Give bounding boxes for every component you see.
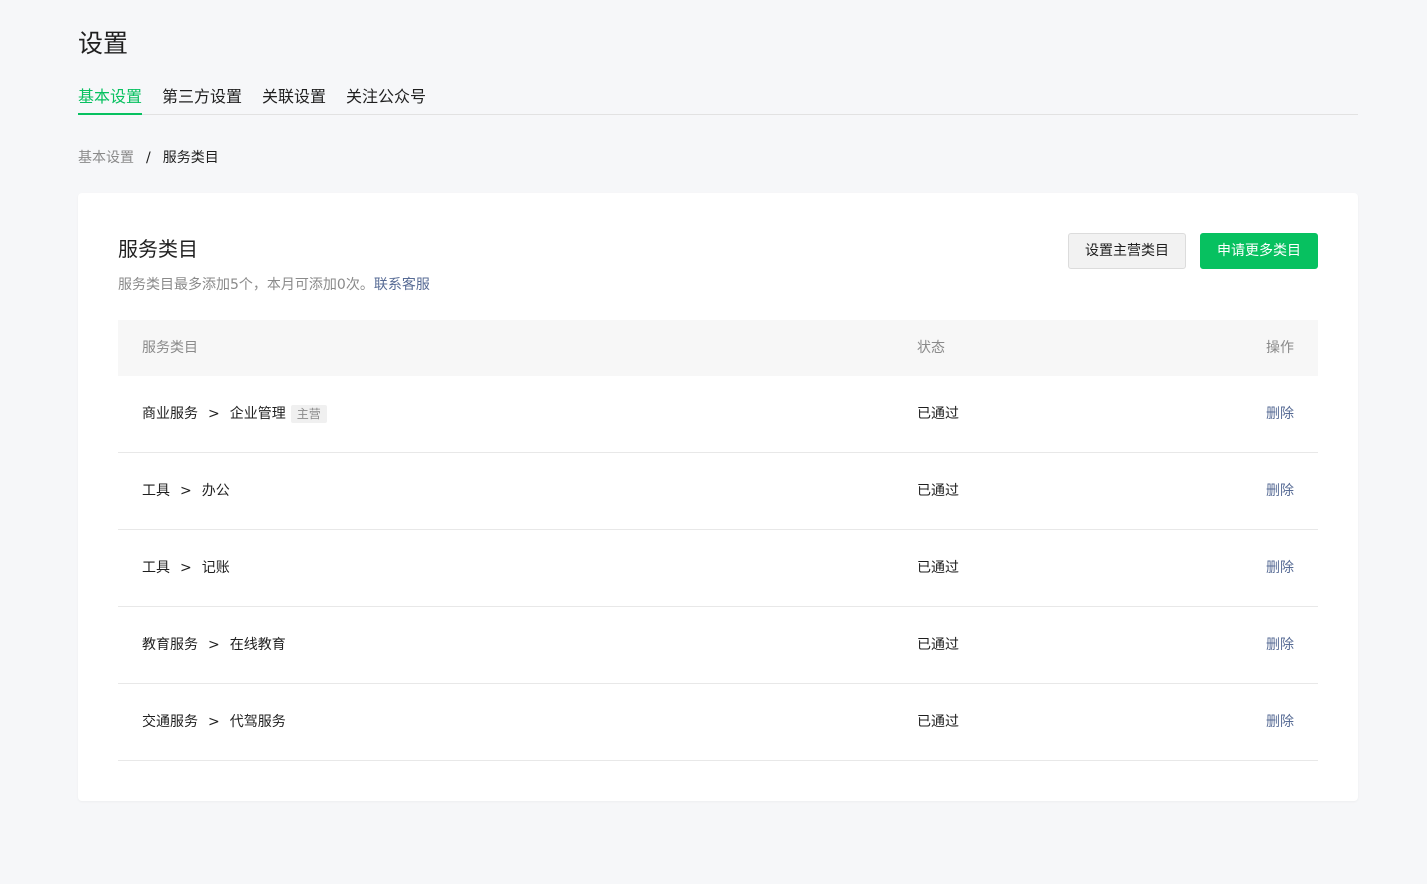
page-title: 设置 — [78, 29, 129, 58]
breadcrumb-current: 服务类目 — [162, 150, 219, 166]
delete-link[interactable]: 删除 — [1266, 530, 1294, 606]
category-primary: 交通服务 — [142, 714, 198, 730]
table-header: 服务类目 状态 操作 — [118, 320, 1318, 376]
status-text: 已通过 — [917, 483, 959, 499]
status-text: 已通过 — [917, 714, 959, 730]
category-path: 商业服务 > 企业管理 主营 — [142, 376, 327, 452]
main-category-badge: 主营 — [290, 405, 327, 423]
category-primary: 工具 — [142, 483, 170, 499]
category-secondary: 代驾服务 — [229, 714, 286, 730]
header-action: 操作 — [1266, 340, 1294, 356]
category-table: 服务类目 状态 操作 商业服务 > 企业管理 主营 已通过 删除 工具 > 办公… — [118, 320, 1318, 761]
category-path: 工具 > 办公 — [142, 453, 230, 529]
delete-link[interactable]: 删除 — [1266, 607, 1294, 683]
category-arrow: > — [180, 560, 192, 576]
table-row: 工具 > 记账 已通过 删除 — [118, 530, 1318, 607]
breadcrumb-separator: / — [146, 150, 151, 166]
category-primary: 教育服务 — [142, 637, 198, 653]
category-arrow: > — [180, 483, 192, 499]
card-title: 服务类目 — [118, 237, 198, 261]
tab-linked-settings[interactable]: 关联设置 — [262, 82, 326, 114]
apply-more-categories-button[interactable]: 申请更多类目 — [1200, 233, 1318, 269]
status-text: 已通过 — [917, 406, 959, 422]
category-arrow: > — [208, 406, 220, 422]
card-description-text: 服务类目最多添加5个，本月可添加0次。 — [118, 277, 374, 293]
header-category: 服务类目 — [142, 340, 198, 356]
table-row: 交通服务 > 代驾服务 已通过 删除 — [118, 684, 1318, 761]
table-row: 教育服务 > 在线教育 已通过 删除 — [118, 607, 1318, 684]
service-category-card: 服务类目 服务类目最多添加5个，本月可添加0次。联系客服 设置主营类目 申请更多… — [78, 193, 1358, 801]
category-path: 工具 > 记账 — [142, 530, 230, 606]
tab-third-party-settings[interactable]: 第三方设置 — [162, 82, 242, 114]
category-arrow: > — [208, 714, 220, 730]
breadcrumb-parent-link[interactable]: 基本设置 — [78, 148, 134, 168]
category-secondary: 在线教育 — [229, 637, 286, 653]
category-path: 教育服务 > 在线教育 — [142, 607, 286, 683]
delete-link[interactable]: 删除 — [1266, 453, 1294, 529]
category-arrow: > — [208, 637, 220, 653]
breadcrumb: 基本设置 / 服务类目 — [78, 148, 219, 168]
category-primary: 商业服务 — [142, 406, 198, 422]
delete-link[interactable]: 删除 — [1266, 684, 1294, 760]
header-status: 状态 — [917, 340, 945, 356]
settings-tabs: 基本设置 第三方设置 关联设置 关注公众号 — [78, 82, 1358, 115]
status-text: 已通过 — [917, 637, 959, 653]
table-row: 工具 > 办公 已通过 删除 — [118, 453, 1318, 530]
status-text: 已通过 — [917, 560, 959, 576]
category-path: 交通服务 > 代驾服务 — [142, 684, 286, 760]
card-description: 服务类目最多添加5个，本月可添加0次。联系客服 — [118, 275, 430, 295]
category-primary: 工具 — [142, 560, 170, 576]
category-secondary: 企业管理 — [229, 406, 286, 422]
table-row: 商业服务 > 企业管理 主营 已通过 删除 — [118, 376, 1318, 453]
delete-link[interactable]: 删除 — [1266, 376, 1294, 452]
set-main-category-button[interactable]: 设置主营类目 — [1068, 233, 1186, 269]
contact-support-link[interactable]: 联系客服 — [374, 277, 430, 293]
category-secondary: 办公 — [201, 483, 230, 499]
tab-follow-official-account[interactable]: 关注公众号 — [346, 82, 426, 114]
category-secondary: 记账 — [201, 560, 230, 576]
tab-basic-settings[interactable]: 基本设置 — [78, 82, 143, 115]
